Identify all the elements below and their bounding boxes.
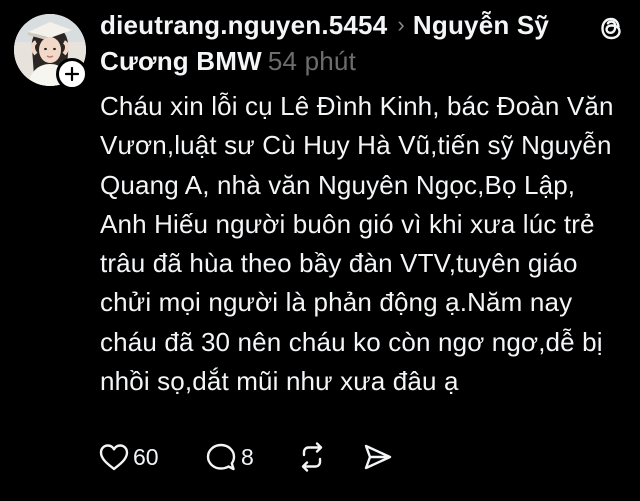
threads-logo-icon[interactable]	[596, 12, 626, 44]
comment-button[interactable]: 8	[204, 440, 296, 474]
action-bar: 60 8	[98, 440, 402, 474]
username-link[interactable]: dieutrang.nguyen.5454	[100, 10, 387, 40]
post-header: dieutrang.nguyen.5454 › Nguyễn Sỹ Cương BM…	[100, 8, 580, 78]
speech-bubble-icon	[206, 443, 236, 471]
heart-icon	[99, 444, 129, 471]
chevron-right-icon: ›	[397, 12, 405, 37]
send-icon	[364, 444, 392, 470]
comment-count: 8	[241, 443, 254, 470]
post-text: Cháu xin lỗi cụ Lê Đình Kinh, bác Đoàn V…	[100, 91, 614, 397]
post-timestamp: 54 phút	[267, 46, 357, 76]
repost-button[interactable]	[296, 440, 362, 474]
plus-icon	[64, 66, 80, 82]
like-button[interactable]: 60	[98, 440, 204, 474]
follow-button[interactable]	[56, 58, 88, 90]
like-count: 60	[133, 443, 159, 470]
share-button[interactable]	[362, 440, 402, 474]
thread-post: dieutrang.nguyen.5454 › Nguyễn Sỹ Cương BM…	[0, 0, 640, 501]
avatar-container[interactable]	[14, 14, 88, 90]
repost-icon	[301, 442, 323, 472]
